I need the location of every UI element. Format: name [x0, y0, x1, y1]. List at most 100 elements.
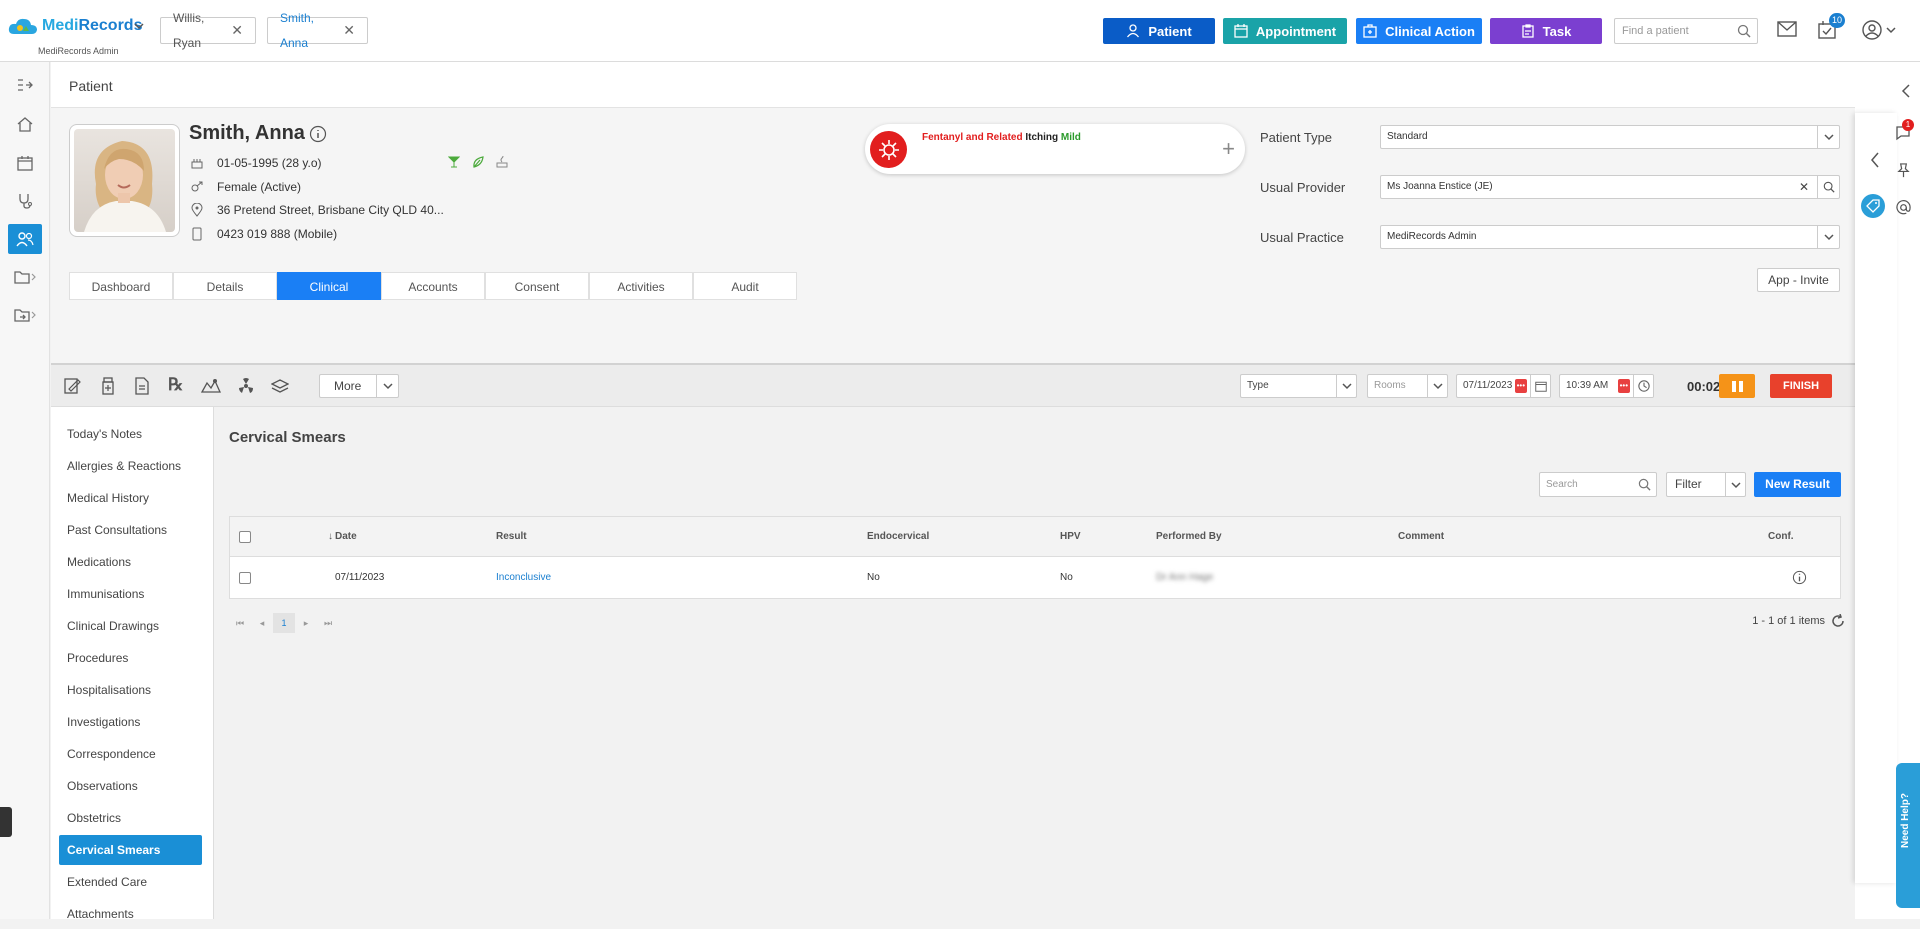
chevron-down-icon[interactable]: [1725, 473, 1745, 496]
sidebar-item-attachments[interactable]: Attachments: [59, 899, 202, 929]
pin-icon[interactable]: [1896, 163, 1911, 178]
sidebar-item-extended-care[interactable]: Extended Care: [59, 867, 202, 897]
chevron-left-icon[interactable]: [1869, 152, 1881, 168]
patient-type-select[interactable]: Standard: [1380, 125, 1840, 149]
row-result-link[interactable]: Inconclusive: [496, 572, 551, 583]
at-sign-icon[interactable]: [1896, 200, 1911, 215]
select-all-checkbox[interactable]: [239, 531, 251, 543]
nav-calendar[interactable]: [8, 148, 42, 178]
search-input[interactable]: Search: [1539, 472, 1657, 497]
nav-files[interactable]: [8, 262, 42, 292]
time-input[interactable]: 10:39 AM •••: [1559, 374, 1654, 398]
smoking-icon[interactable]: [496, 156, 508, 168]
patient-tab-smith[interactable]: Smith, Anna ✕: [267, 11, 368, 50]
tag-icon[interactable]: [1861, 194, 1885, 218]
tab-activities[interactable]: Activities: [589, 272, 693, 300]
row-checkbox[interactable]: [239, 572, 251, 584]
tab-clinical[interactable]: Clinical: [277, 272, 381, 300]
clinical-action-button[interactable]: Clinical Action: [1356, 18, 1482, 44]
need-help-tab[interactable]: Need Help?: [1896, 763, 1920, 908]
chevron-left-icon[interactable]: [1900, 84, 1912, 98]
tab-audit[interactable]: Audit: [693, 272, 797, 300]
col-endocervical[interactable]: Endocervical: [867, 531, 929, 542]
prescription-icon[interactable]: ℞: [168, 375, 183, 395]
new-appointment-button[interactable]: Appointment: [1223, 18, 1347, 44]
usual-practice-select[interactable]: MediRecords Admin: [1380, 225, 1840, 249]
search-icon[interactable]: [1638, 478, 1651, 491]
search-icon[interactable]: [1737, 24, 1751, 38]
sidebar-item-clinical-drawings[interactable]: Clinical Drawings: [59, 611, 202, 641]
add-allergy-button[interactable]: +: [1222, 136, 1235, 162]
print-tab[interactable]: [0, 807, 12, 837]
new-task-button[interactable]: Task: [1490, 18, 1602, 44]
nav-transfer[interactable]: [8, 300, 42, 330]
pathology-icon[interactable]: [201, 377, 221, 395]
tab-dashboard[interactable]: Dashboard: [69, 272, 173, 300]
rooms-select[interactable]: Rooms: [1367, 374, 1448, 398]
nav-consult[interactable]: [8, 186, 42, 216]
table-row[interactable]: 07/11/2023 Inconclusive No No Dr Ann Hag…: [230, 557, 1840, 599]
patient-tab-willis[interactable]: Willis, Ryan ✕: [160, 11, 256, 50]
chevron-down-icon[interactable]: [376, 375, 398, 397]
layers-icon[interactable]: [271, 377, 289, 395]
col-date[interactable]: Date: [335, 531, 357, 542]
col-comment[interactable]: Comment: [1398, 531, 1444, 542]
type-select[interactable]: Type: [1240, 374, 1357, 398]
sidebar-item-medical-history[interactable]: Medical History: [59, 483, 202, 513]
chevron-down-icon[interactable]: [1817, 226, 1839, 248]
medication-bottle-icon[interactable]: [99, 377, 117, 395]
sidebar-item-cervical-smears[interactable]: Cervical Smears: [59, 835, 202, 865]
col-hpv[interactable]: HPV: [1060, 531, 1081, 542]
app-invite-button[interactable]: App - Invite: [1757, 268, 1840, 292]
find-patient-input[interactable]: Find a patient: [1614, 18, 1758, 44]
sidebar-item-observations[interactable]: Observations: [59, 771, 202, 801]
pause-button[interactable]: [1719, 374, 1755, 398]
sidebar-item-todays-notes[interactable]: Today's Notes: [59, 419, 202, 449]
alcohol-icon[interactable]: [448, 156, 460, 168]
more-button[interactable]: More: [319, 374, 399, 398]
sort-arrow-icon[interactable]: ↓: [328, 531, 333, 542]
nav-patients[interactable]: [8, 224, 42, 254]
first-page-icon[interactable]: ⏮: [229, 613, 251, 633]
last-page-icon[interactable]: ⏭: [317, 613, 339, 633]
filter-button[interactable]: Filter: [1666, 472, 1746, 497]
notes-edit-icon[interactable]: [63, 377, 81, 395]
radiation-icon[interactable]: [237, 377, 255, 395]
refresh-icon[interactable]: [1831, 614, 1845, 628]
chevron-down-icon[interactable]: [1817, 126, 1839, 148]
clear-icon[interactable]: ✕: [1799, 176, 1809, 198]
finish-button[interactable]: FINISH: [1770, 374, 1832, 398]
chevron-down-icon[interactable]: [1427, 375, 1447, 397]
date-input[interactable]: 07/11/2023 •••: [1456, 374, 1551, 398]
sidebar-item-past-consultations[interactable]: Past Consultations: [59, 515, 202, 545]
sidebar-item-medications[interactable]: Medications: [59, 547, 202, 577]
tab-accounts[interactable]: Accounts: [381, 272, 485, 300]
sidebar-item-correspondence[interactable]: Correspondence: [59, 739, 202, 769]
app-logo[interactable]: MediRecords: [8, 16, 142, 36]
next-page-icon[interactable]: ▸: [295, 613, 317, 633]
prev-page-icon[interactable]: ◂: [251, 613, 273, 633]
tab-details[interactable]: Details: [173, 272, 277, 300]
leaf-icon[interactable]: [472, 156, 484, 168]
chevron-down-icon[interactable]: [1336, 375, 1356, 397]
sidebar-item-allergies[interactable]: Allergies & Reactions: [59, 451, 202, 481]
close-icon[interactable]: ✕: [231, 18, 243, 43]
allergy-alert[interactable]: Fentanyl and Related Itching Mild +: [865, 124, 1245, 174]
expand-nav-button[interactable]: [8, 70, 42, 100]
col-result[interactable]: Result: [496, 531, 527, 542]
tasks-indicator[interactable]: 10: [1818, 13, 1846, 39]
document-icon[interactable]: [133, 377, 151, 395]
search-icon[interactable]: [1817, 176, 1839, 198]
sidebar-item-obstetrics[interactable]: Obstetrics: [59, 803, 202, 833]
patient-photo[interactable]: [69, 124, 180, 237]
sidebar-item-immunisations[interactable]: Immunisations: [59, 579, 202, 609]
sidebar-item-procedures[interactable]: Procedures: [59, 643, 202, 673]
user-menu[interactable]: [1862, 20, 1896, 40]
info-icon[interactable]: [309, 125, 327, 143]
nav-home[interactable]: [8, 109, 42, 139]
sidebar-item-investigations[interactable]: Investigations: [59, 707, 202, 737]
new-result-button[interactable]: New Result: [1754, 472, 1841, 497]
calendar-icon[interactable]: [1530, 375, 1550, 397]
col-performed-by[interactable]: Performed By: [1156, 531, 1222, 542]
mail-icon[interactable]: [1777, 21, 1797, 37]
